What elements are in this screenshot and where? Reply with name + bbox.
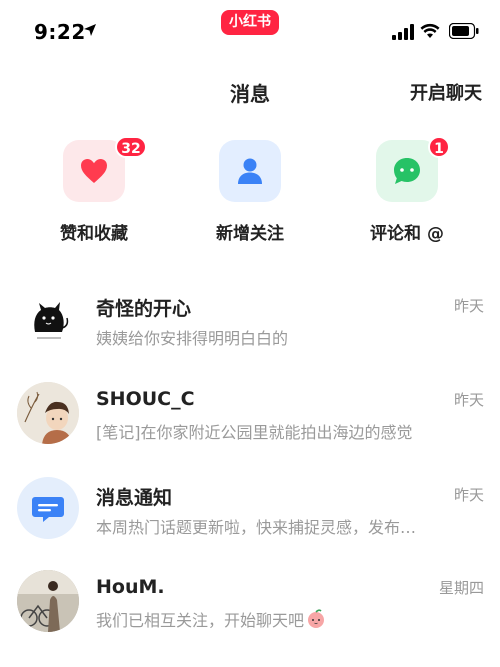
chat-bubble-icon bbox=[394, 158, 420, 184]
followers-label: 新增关注 bbox=[216, 224, 284, 244]
message-item-notifications[interactable]: 消息通知 本周热门话题更新啦，快来捕捉灵感，发布… 昨天 bbox=[0, 463, 500, 555]
message-item-houm[interactable]: HouM. 我们已相互关注，开始聊天吧 星期四 bbox=[0, 556, 500, 648]
likes-tile: 32 bbox=[63, 136, 147, 202]
message-snippet: 姨姨给你安排得明明白白的 bbox=[96, 329, 289, 348]
location-arrow-icon bbox=[84, 24, 96, 36]
comments-count-badge: 1 bbox=[428, 136, 450, 158]
message-snippet-text: 我们已相互关注，开始聊天吧 bbox=[96, 611, 305, 630]
comments-tile: 1 bbox=[376, 136, 450, 202]
sender-name: 消息通知 bbox=[96, 487, 173, 509]
illustrated-boy-avatar-icon bbox=[17, 382, 79, 444]
avatar bbox=[17, 477, 79, 539]
message-snippet: 本周热门话题更新啦，快来捕捉灵感，发布… bbox=[96, 518, 417, 537]
new-followers-button[interactable]: 新增关注 bbox=[190, 140, 310, 244]
avatar bbox=[17, 288, 79, 350]
status-bar: 9:22 小红书 bbox=[0, 0, 500, 60]
likes-label: 赞和收藏 bbox=[60, 224, 128, 244]
message-item-shouc[interactable]: SHOUC_C [笔记]在你家附近公园里就能拍出海边的感觉 昨天 bbox=[0, 368, 500, 460]
status-time: 9:22 bbox=[34, 20, 86, 44]
cellular-signal-icon bbox=[392, 24, 414, 40]
photo-avatar-icon bbox=[17, 570, 79, 632]
message-time: 昨天 bbox=[453, 486, 484, 504]
sender-name: HouM. bbox=[96, 576, 165, 598]
comments-label: 评论和 @ bbox=[370, 224, 444, 244]
start-chat-button[interactable]: 开启聊天 bbox=[410, 79, 482, 105]
app-logo-badge: 小红书 bbox=[221, 10, 279, 35]
message-snippet: 我们已相互关注，开始聊天吧 bbox=[96, 607, 326, 631]
message-item-qiguai[interactable]: 奇怪的开心 姨姨给你安排得明明白白的 昨天 bbox=[0, 274, 500, 366]
battery-icon bbox=[449, 23, 479, 39]
message-time: 昨天 bbox=[453, 297, 484, 315]
cat-sketch-avatar-icon bbox=[34, 302, 69, 339]
heart-icon bbox=[81, 159, 107, 183]
peach-emoji-icon bbox=[308, 609, 325, 628]
avatar bbox=[17, 570, 79, 632]
notification-message-icon bbox=[32, 497, 64, 522]
sender-name: 奇怪的开心 bbox=[96, 298, 192, 320]
sender-name: SHOUC_C bbox=[96, 388, 195, 410]
followers-tile bbox=[219, 140, 281, 202]
message-time: 星期四 bbox=[438, 579, 484, 597]
wifi-icon bbox=[420, 23, 440, 38]
message-time: 昨天 bbox=[453, 391, 484, 409]
avatar bbox=[17, 382, 79, 444]
likes-and-favorites-button[interactable]: 32 赞和收藏 bbox=[34, 136, 154, 244]
comments-and-mentions-button[interactable]: 1 评论和 @ bbox=[347, 136, 467, 244]
likes-count-badge: 32 bbox=[115, 136, 147, 158]
person-icon bbox=[238, 158, 262, 184]
message-snippet: [笔记]在你家附近公园里就能拍出海边的感觉 bbox=[96, 423, 413, 442]
